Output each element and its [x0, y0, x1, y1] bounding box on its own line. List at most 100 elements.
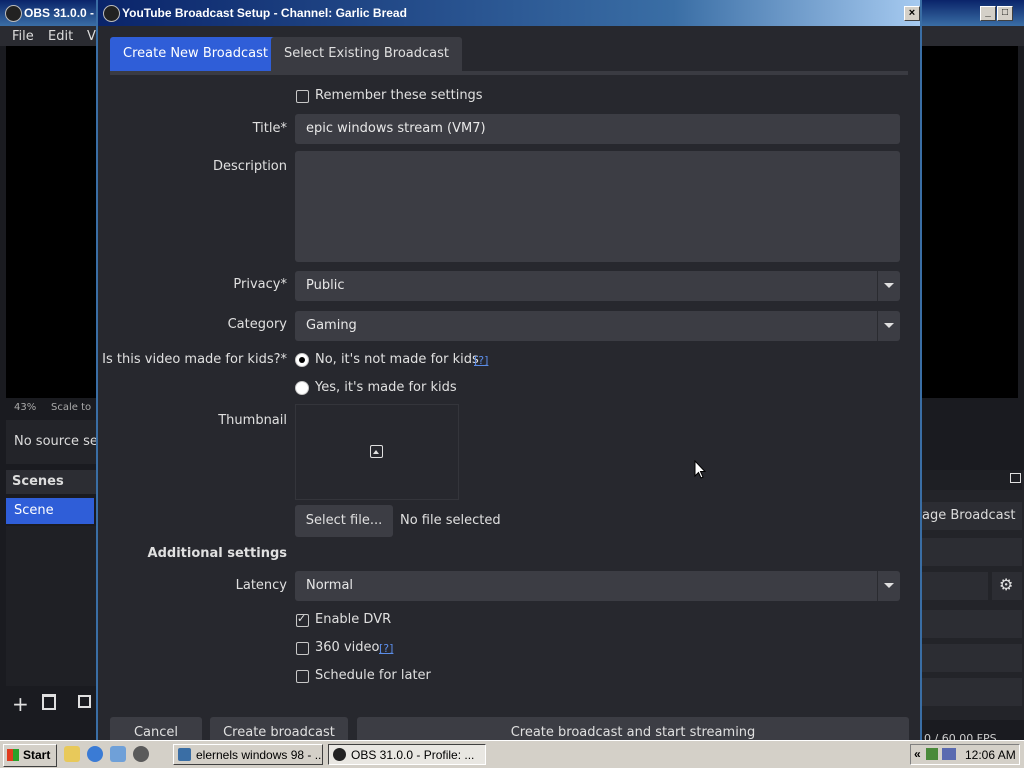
obs-logo-icon: [5, 5, 22, 22]
preview-status: 43% Scale to: [6, 400, 96, 416]
manage-broadcast-label: age Broadcast: [922, 508, 1016, 523]
video-360-help-link[interactable]: [?]: [379, 642, 393, 655]
category-label: Category: [227, 317, 287, 332]
thumbnail-label: Thumbnail: [218, 413, 287, 428]
taskbar-item-label: elernels windows 98 - ...: [196, 748, 323, 762]
scenes-title: Scenes: [12, 474, 64, 489]
minimize-icon[interactable]: _: [980, 6, 996, 21]
remember-settings-checkbox[interactable]: [296, 90, 309, 103]
preview-canvas-right[interactable]: [922, 46, 1018, 398]
menu-file[interactable]: File: [12, 29, 34, 44]
description-label: Description: [212, 159, 287, 174]
dialog-title: YouTube Broadcast Setup - Channel: Garli…: [122, 6, 407, 20]
taskbar-item-windows98[interactable]: elernels windows 98 - ...: [173, 744, 323, 765]
controls-dock-header: [922, 470, 1022, 490]
display-icon[interactable]: [942, 748, 956, 760]
chevron-down-icon[interactable]: [877, 311, 900, 341]
taskbar: Start elernels windows 98 - ... OBS 31.0…: [0, 740, 1024, 768]
schedule-later-label: Schedule for later: [315, 668, 431, 683]
thumbnail-preview: [295, 404, 459, 500]
enable-dvr-checkbox[interactable]: [296, 612, 309, 627]
control-row[interactable]: [922, 572, 988, 600]
scenes-toolbar: +: [6, 690, 96, 718]
obs-logo-icon: [333, 748, 346, 761]
obs-logo-icon: [103, 5, 120, 22]
select-file-button[interactable]: Select file...: [295, 505, 393, 537]
control-row[interactable]: [922, 678, 1022, 706]
scenes-dock-header: Scenes: [6, 470, 96, 494]
no-file-selected-label: No file selected: [400, 513, 501, 528]
control-row[interactable]: [922, 644, 1022, 672]
additional-settings-heading: Additional settings: [147, 546, 287, 561]
add-scene-icon[interactable]: +: [12, 692, 29, 716]
privacy-select[interactable]: Public: [295, 271, 900, 301]
zoom-level: 43%: [14, 402, 37, 413]
menu-edit[interactable]: Edit: [48, 29, 73, 44]
description-textarea[interactable]: [295, 151, 900, 262]
chevron-down-icon[interactable]: [877, 571, 900, 601]
maximize-icon[interactable]: □: [997, 6, 1013, 21]
category-value: Gaming: [306, 318, 357, 333]
folder-icon[interactable]: [64, 746, 80, 762]
control-row[interactable]: [922, 538, 1022, 566]
start-label: Start: [23, 748, 51, 762]
scenes-list[interactable]: [6, 526, 96, 686]
privacy-label: Privacy*: [233, 277, 287, 292]
controls-dock: age Broadcast ⚙ 0 / 60.00 FPS: [922, 470, 1024, 745]
made-for-kids-label: Is this video made for kids?*: [102, 352, 287, 367]
close-icon[interactable]: ×: [904, 6, 920, 21]
menu-view[interactable]: V: [87, 29, 96, 44]
source-toolbar: No source sel: [6, 420, 102, 464]
dialog-titlebar: YouTube Broadcast Setup - Channel: Garli…: [98, 0, 920, 26]
remember-settings-label: Remember these settings: [315, 88, 483, 103]
taskbar-item-obs[interactable]: OBS 31.0.0 - Profile: ...: [328, 744, 486, 765]
title-label: Title*: [252, 121, 287, 136]
windows-logo-icon: [7, 749, 19, 761]
settings-gear-button[interactable]: ⚙: [992, 572, 1022, 600]
made-for-kids-help-link[interactable]: [?]: [474, 354, 488, 367]
scene-name: Scene: [14, 503, 54, 518]
tab-select-existing-broadcast[interactable]: Select Existing Broadcast: [271, 37, 462, 71]
not-for-kids-label: No, it's not made for kids: [315, 352, 479, 367]
obs-window-title: OBS 31.0.0 -: [24, 6, 95, 20]
scene-filter-icon[interactable]: [78, 695, 91, 708]
system-tray: « 12:06 AM: [910, 744, 1020, 765]
media-player-icon[interactable]: [133, 746, 149, 762]
manage-broadcast-button[interactable]: age Broadcast: [922, 502, 1022, 530]
email-icon[interactable]: [110, 746, 126, 762]
scale-label: Scale to: [51, 402, 92, 413]
undock-icon[interactable]: [1010, 473, 1021, 483]
control-row[interactable]: [922, 610, 1022, 638]
latency-value: Normal: [306, 578, 354, 593]
privacy-value: Public: [306, 278, 345, 293]
for-kids-radio[interactable]: [295, 381, 309, 395]
taskbar-item-label: OBS 31.0.0 - Profile: ...: [351, 748, 475, 762]
network-icon[interactable]: [926, 748, 938, 760]
tray-expand-icon[interactable]: «: [914, 747, 921, 761]
mouse-cursor-icon: [694, 460, 706, 479]
preview-canvas[interactable]: [6, 46, 96, 398]
vm-icon: [178, 748, 191, 761]
clock[interactable]: 12:06 AM: [965, 748, 1016, 762]
latency-select[interactable]: Normal: [295, 571, 900, 601]
chevron-down-icon[interactable]: [877, 271, 900, 301]
browser-icon[interactable]: [87, 746, 103, 762]
latency-label: Latency: [235, 578, 287, 593]
tab-divider: [110, 71, 908, 75]
start-button[interactable]: Start: [3, 744, 57, 767]
no-source-label: No source sel: [14, 434, 102, 449]
gear-icon: ⚙: [999, 575, 1014, 594]
video-360-checkbox[interactable]: [296, 642, 309, 655]
scene-list-item[interactable]: Scene: [6, 498, 94, 524]
image-icon: [370, 445, 383, 458]
tab-create-new-broadcast[interactable]: Create New Broadcast: [110, 37, 281, 71]
schedule-later-checkbox[interactable]: [296, 670, 309, 683]
delete-scene-icon[interactable]: [42, 694, 56, 710]
title-input[interactable]: epic windows stream (VM7): [295, 114, 900, 144]
video-360-label: 360 video: [315, 640, 380, 655]
not-for-kids-radio[interactable]: [295, 353, 309, 367]
for-kids-label: Yes, it's made for kids: [315, 380, 457, 395]
broadcast-setup-dialog: YouTube Broadcast Setup - Channel: Garli…: [96, 0, 922, 749]
category-select[interactable]: Gaming: [295, 311, 900, 341]
enable-dvr-label: Enable DVR: [315, 612, 392, 627]
